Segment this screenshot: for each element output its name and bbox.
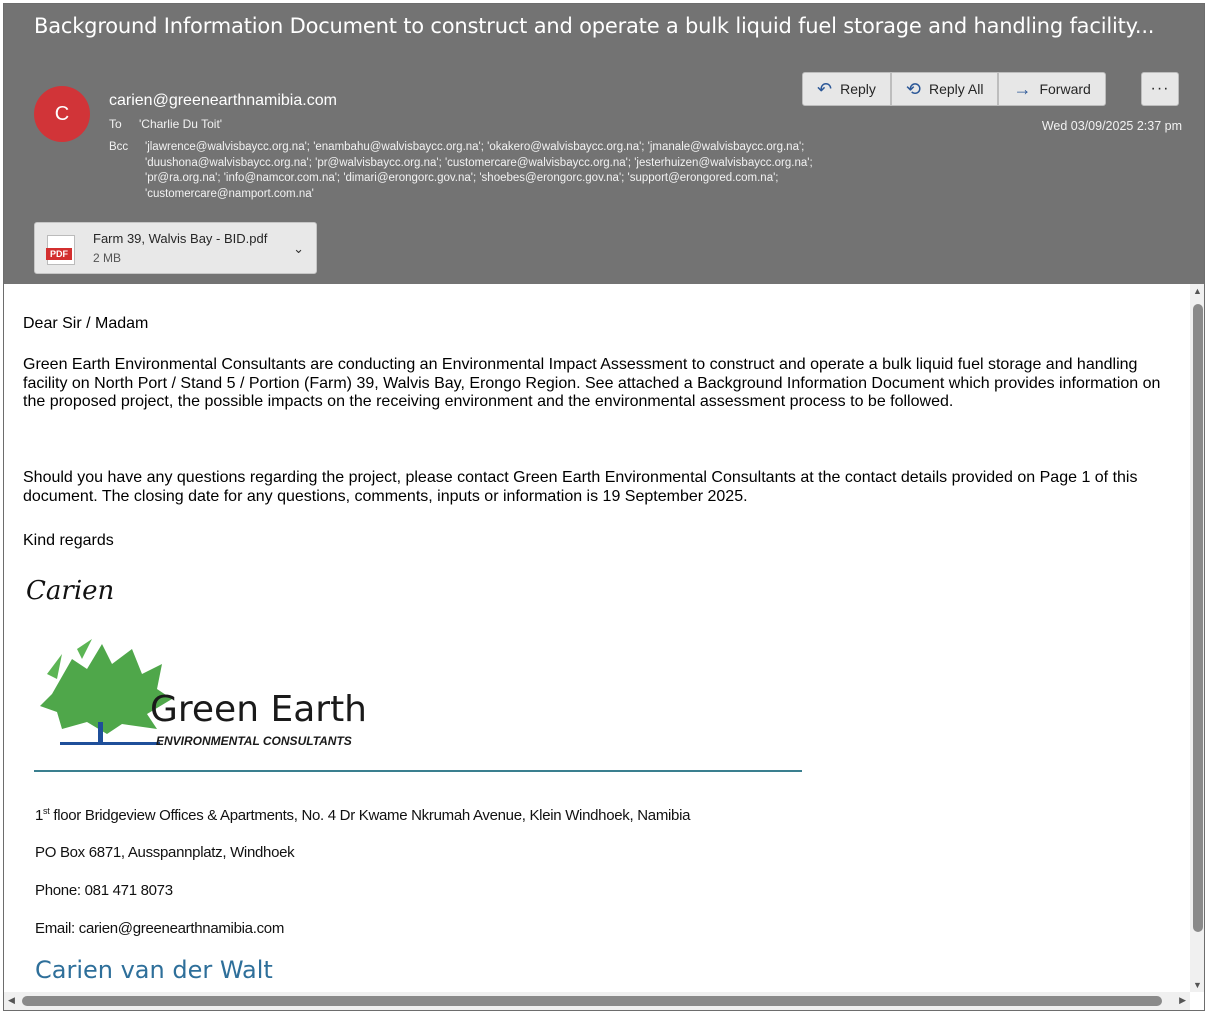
horizontal-scroll-thumb[interactable] <box>22 996 1162 1006</box>
pdf-file-icon: PDF <box>46 235 75 265</box>
pdf-tag: PDF <box>46 248 72 260</box>
chevron-down-icon[interactable]: ⌄ <box>293 241 304 257</box>
email-header: Background Information Document to const… <box>4 4 1204 284</box>
attachment-card[interactable]: PDF Farm 39, Walvis Bay - BID.pdf 2 MB ⌄ <box>34 222 317 274</box>
greeting: Dear Sir / Madam <box>23 315 149 332</box>
address-rest: floor Bridgeview Offices & Apartments, N… <box>49 807 691 824</box>
contact-email[interactable]: Email: carien@greenearthnamibia.com <box>35 920 284 937</box>
scroll-left-icon[interactable]: ◀ <box>8 995 15 1006</box>
bcc-line: 'pr@ra.org.na'; 'info@namcor.com.na'; 'd… <box>145 172 779 184</box>
vertical-scroll-thumb[interactable] <box>1193 304 1203 932</box>
to-label: To <box>109 117 122 131</box>
email-reading-pane: Background Information Document to const… <box>3 3 1205 1011</box>
signature-handwritten: Carien <box>26 576 115 606</box>
bcc-line: 'duushona@walvisbaycc.org.na'; 'pr@walvi… <box>145 156 813 169</box>
contact-address: 1st floor Bridgeview Offices & Apartment… <box>35 806 690 824</box>
contact-phone: Phone: 081 471 8073 <box>35 882 173 899</box>
scroll-right-icon[interactable]: ▶ <box>1179 995 1186 1006</box>
bcc-label: Bcc <box>109 141 129 153</box>
reply-all-button[interactable]: ⟲ Reply All <box>890 72 999 106</box>
address-prefix: 1 <box>35 807 44 824</box>
email-subject: Background Information Document to const… <box>34 14 1155 38</box>
reply-icon: ↶ <box>817 78 833 99</box>
reply-all-icon: ⟲ <box>905 78 921 99</box>
attachment-size: 2 MB <box>93 251 122 265</box>
bcc-row: Bcc 'jlawrence@walvisbaycc.org.na'; 'ena… <box>109 140 813 200</box>
email-body: Dear Sir / Madam Green Earth Environment… <box>4 284 1190 992</box>
forward-icon: → <box>1013 78 1032 99</box>
bcc-recipients[interactable]: 'jlawrence@walvisbaycc.org.na'; 'enambah… <box>145 140 1045 202</box>
message-actions: ↶ Reply ⟲ Reply All → Forward <box>802 72 1106 106</box>
reply-button[interactable]: ↶ Reply <box>802 72 891 106</box>
contact-po-box: PO Box 6871, Ausspannplatz, Windhoek <box>35 844 295 861</box>
bcc-line: 'customercare@namport.com.na' <box>145 187 314 200</box>
horizontal-scrollbar[interactable]: ◀ ▶ <box>4 992 1190 1010</box>
signature-divider <box>34 770 802 772</box>
reply-all-label: Reply All <box>928 81 984 97</box>
logo-title: Green Earth <box>150 689 368 730</box>
sender-address[interactable]: carien@greenearthnamibia.com <box>109 92 337 110</box>
more-actions-button[interactable]: ··· <box>1141 72 1179 106</box>
scroll-up-icon[interactable]: ▲ <box>1193 286 1202 296</box>
scroll-down-icon[interactable]: ▼ <box>1193 980 1202 990</box>
closing: Kind regards <box>23 532 114 549</box>
vertical-scrollbar[interactable]: ▲ ▼ <box>1190 284 1204 992</box>
body-paragraph-2: Should you have any questions regarding … <box>23 469 1138 505</box>
forward-button[interactable]: → Forward <box>998 72 1106 106</box>
forward-label: Forward <box>1039 81 1091 97</box>
reply-label: Reply <box>840 81 876 97</box>
body-paragraph-1: Green Earth Environmental Consultants ar… <box>23 356 1161 410</box>
to-recipient[interactable]: 'Charlie Du Toit' <box>139 117 222 131</box>
attachment-name: Farm 39, Walvis Bay - BID.pdf <box>93 231 268 246</box>
sent-date: Wed 03/09/2025 2:37 pm <box>1041 119 1182 133</box>
bcc-line: 'jlawrence@walvisbaycc.org.na'; 'enambah… <box>145 141 805 153</box>
sender-avatar[interactable]: C <box>34 86 90 142</box>
to-row: To 'Charlie Du Toit' <box>109 117 222 131</box>
signature-name: Carien van der Walt <box>35 956 273 984</box>
logo-subtitle: ENVIRONMENTAL CONSULTANTS <box>156 734 352 748</box>
